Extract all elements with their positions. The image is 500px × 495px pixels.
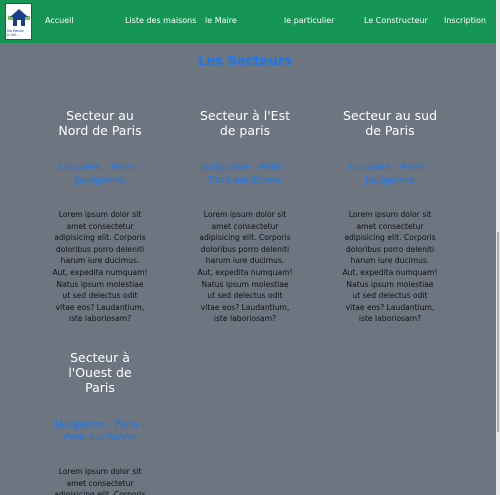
logo-text: Ma Maison à 100... <box>7 29 24 37</box>
sector-towns: Louviers - Paris - Jaulgonne <box>58 162 142 186</box>
sector-description: Lorem ipsum dolor sit amet consectetur a… <box>342 210 438 324</box>
sector-description: Lorem ipsum dolor sit amet consectetur a… <box>197 210 293 324</box>
sector-description: Lorem ipsum dolor sit amet consectetur a… <box>52 210 148 324</box>
sector-title: Secteur à l'Est de paris <box>200 108 290 138</box>
sector-title: Secteur à l'Ouest de Paris <box>68 350 132 395</box>
nav-item-accueil[interactable]: Accueil <box>45 16 74 25</box>
section-title: Les Secteurs <box>198 54 292 69</box>
navbar: Ma Maison à 100... Accueil Liste des mai… <box>0 0 496 43</box>
site-logo[interactable]: Ma Maison à 100... <box>5 3 32 40</box>
nav-item-le-maire[interactable]: le Maire <box>205 16 237 25</box>
scrollbar-thumb[interactable] <box>497 232 499 432</box>
sector-towns: Louviers - Paris - Jaulgonne <box>348 162 432 186</box>
sector-towns: Jaulgonne - Paris - Pont-sur-Yonne <box>199 162 291 186</box>
nav-item-liste-des-maisons[interactable]: Liste des maisons <box>125 16 196 25</box>
scrollbar[interactable] <box>496 0 500 495</box>
sector-description: Lorem ipsum dolor sit amet consectetur a… <box>54 467 146 495</box>
nav-item-le-constructeur[interactable]: Le Constructeur <box>364 16 428 25</box>
sector-card-south: Secteur au sud de Paris Louviers - Paris… <box>342 108 438 325</box>
nav-item-inscription[interactable]: Inscription <box>444 16 486 25</box>
sector-card-north: Secteur au Nord de Paris Louviers - Pari… <box>52 108 148 325</box>
sector-card-east: Secteur à l'Est de paris Jaulgonne - Par… <box>197 108 293 325</box>
house-icon <box>8 9 30 26</box>
nav-item-le-particulier[interactable]: le particulier <box>284 16 334 25</box>
sector-title: Secteur au Nord de Paris <box>58 108 142 138</box>
sector-towns: Jaulgonne - Paris - Pont-sur-Yonne <box>54 419 146 443</box>
sector-card-west: Secteur à l'Ouest de Paris Jaulgonne - P… <box>52 350 148 495</box>
sector-title: Secteur au sud de Paris <box>342 108 438 138</box>
